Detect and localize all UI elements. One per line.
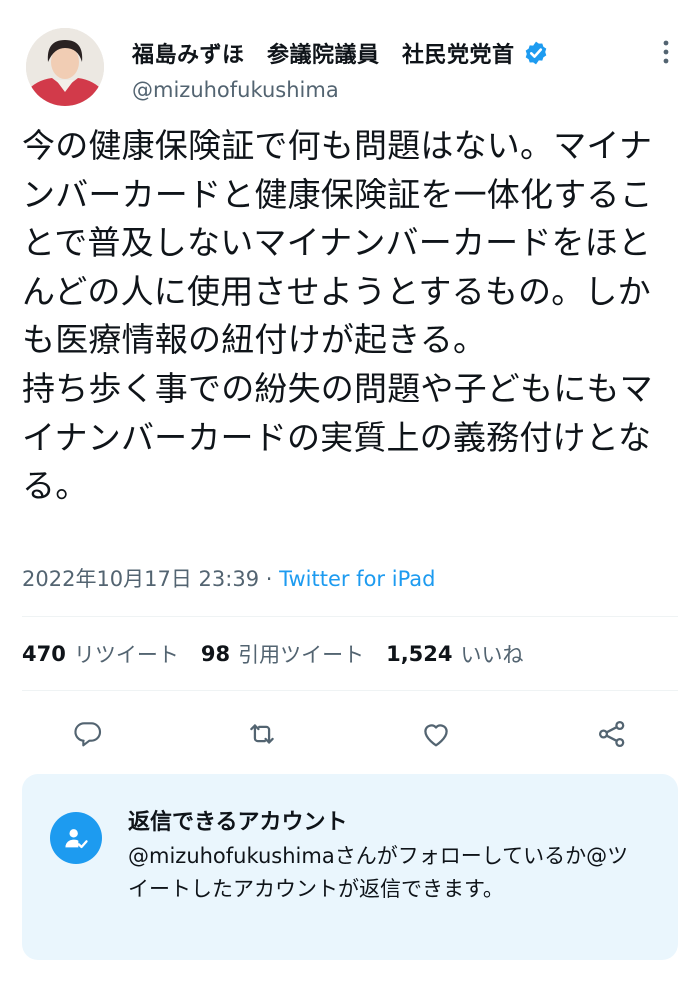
verified-badge-icon: [523, 40, 549, 66]
share-button[interactable]: [594, 716, 630, 752]
tweet-source[interactable]: Twitter for iPad: [279, 567, 435, 591]
avatar-portrait-icon: [26, 28, 104, 106]
divider: [22, 616, 678, 617]
retweet-icon: [250, 724, 274, 744]
tweet-timestamp[interactable]: 2022年10月17日 23:39: [22, 567, 259, 591]
author-handle[interactable]: @mizuhofukushima: [132, 78, 339, 102]
engagement-stats: 470 リツイート 98 引用ツイート 1,524 いいね: [22, 636, 546, 672]
reply-settings-title: 返信できるアカウント: [128, 810, 348, 835]
user-check-icon: [50, 812, 102, 864]
retweet-button[interactable]: [244, 716, 280, 752]
likes-count[interactable]: 1,524: [386, 642, 452, 666]
heart-icon: [424, 724, 448, 747]
likes-label[interactable]: いいね: [461, 639, 524, 669]
reply-settings-box: 返信できるアカウント @mizuhofukushimaさんがフォローしているか@…: [22, 774, 678, 960]
retweets-label[interactable]: リツイート: [74, 639, 179, 669]
tweet-actions: [0, 704, 700, 762]
retweets-count[interactable]: 470: [22, 642, 66, 666]
divider: [22, 690, 678, 691]
author-name-row: 福島みずほ 参議院議員 社民党党首: [132, 38, 549, 68]
reply-button[interactable]: [70, 716, 106, 752]
tweet-text: 今の健康保険証で何も問題はない。マイナンバーカードと健康保険証を一体化することで…: [22, 126, 653, 506]
share-icon: [598, 720, 625, 748]
reply-settings-description: @mizuhofukushimaさんがフォローしているか@ツイートしたアカウント…: [128, 844, 629, 901]
tweet-meta: 2022年10月17日 23:39 · Twitter for iPad: [22, 563, 436, 593]
more-options-icon[interactable]: [656, 36, 676, 68]
reply-icon: [74, 722, 102, 747]
tweet-header: 福島みずほ 参議院議員 社民党党首 @mizuhofukushima: [0, 0, 700, 118]
meta-separator: ·: [259, 567, 280, 591]
author-display-name[interactable]: 福島みずほ 参議院議員 社民党党首: [132, 37, 515, 69]
like-button[interactable]: [418, 716, 454, 752]
author-avatar[interactable]: [26, 28, 104, 106]
quotes-label[interactable]: 引用ツイート: [238, 639, 364, 669]
quotes-count[interactable]: 98: [201, 642, 230, 666]
